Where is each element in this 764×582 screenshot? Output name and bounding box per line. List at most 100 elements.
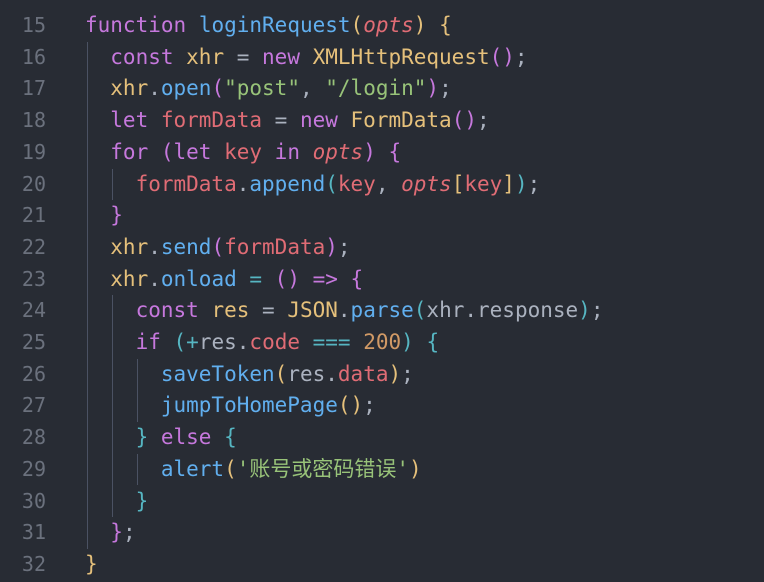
code-token: formData: [85, 171, 237, 196]
code-line[interactable]: 20 formData.append(key, opts[key]);: [0, 169, 764, 201]
code-token: .: [236, 330, 250, 354]
code-line[interactable]: 18 let formData = new FormData();: [0, 105, 764, 137]
line-code: xhr.onload = () => {: [85, 264, 363, 296]
code-line[interactable]: 31 };: [0, 517, 764, 549]
code-token: ;: [439, 76, 452, 101]
code-token: ): [325, 234, 338, 259]
line-code: };: [85, 517, 136, 549]
code-token: .: [148, 266, 161, 291]
code-token: opts: [401, 171, 452, 196]
code-token: (: [413, 298, 427, 323]
code-token: "/login": [325, 76, 427, 101]
code-token: }: [85, 488, 149, 513]
code-editor[interactable]: 15 function loginRequest(opts) {16 const …: [0, 0, 764, 582]
code-token: [: [451, 171, 465, 196]
code-token: (: [350, 13, 364, 37]
code-token: xhr: [85, 266, 149, 291]
line-number: 20: [21, 171, 46, 196]
code-token: ;: [476, 108, 490, 133]
code-line[interactable]: 22 xhr.send(formData);: [0, 232, 764, 264]
code-line[interactable]: 23 xhr.onload = () => {: [0, 264, 764, 296]
code-token: ;: [401, 361, 414, 386]
code-token: send: [160, 234, 212, 259]
code-token: =: [249, 298, 288, 323]
code-token: opts: [363, 13, 414, 37]
line-number: 29: [21, 456, 46, 481]
code-token: xhr: [85, 76, 149, 101]
code-token: alert: [85, 456, 225, 481]
line-code: for (let key in opts) {: [85, 137, 401, 169]
code-line[interactable]: 16 const xhr = new XMLHttpRequest();: [0, 42, 764, 74]
line-number: 25: [21, 330, 46, 354]
line-code: jumpToHomePage();: [85, 390, 376, 422]
code-token: 200: [363, 330, 402, 354]
code-line[interactable]: 27 jumpToHomePage();: [0, 390, 764, 422]
code-token: {: [439, 13, 452, 37]
code-token: formData: [224, 234, 326, 259]
code-line[interactable]: 24 const res = JSON.parse(xhr.response);: [0, 295, 764, 327]
line-number: 30: [21, 488, 46, 513]
code-line[interactable]: 25 if (+res.code === 200) {: [0, 327, 764, 359]
code-token: data: [337, 361, 389, 386]
code-token: open: [160, 76, 212, 101]
code-token: key: [337, 171, 376, 196]
code-line[interactable]: 21 }: [0, 200, 764, 232]
code-line[interactable]: 19 for (let key in opts) {: [0, 137, 764, 169]
code-token: .: [148, 76, 161, 101]
code-line[interactable]: 29 alert('账号或密码错误'): [0, 454, 764, 486]
code-token: (: [274, 361, 288, 386]
line-number: 31: [21, 520, 46, 545]
code-token: response: [477, 298, 579, 323]
code-token: res: [211, 298, 250, 323]
code-token: res: [287, 361, 326, 386]
line-number: 19: [21, 139, 46, 164]
line-number: 24: [21, 298, 46, 323]
line-code: const xhr = new XMLHttpRequest();: [85, 42, 527, 74]
line-code: }: [85, 549, 98, 581]
code-token: ,: [299, 76, 326, 101]
line-number: 28: [21, 425, 46, 450]
line-code: xhr.open("post", "/login");: [85, 73, 452, 105]
line-code: function loginRequest(opts) {: [85, 10, 452, 42]
code-token: saveToken: [85, 361, 275, 386]
code-token: else: [148, 425, 225, 450]
code-token: new: [299, 108, 351, 133]
code-line[interactable]: 30 }: [0, 486, 764, 518]
code-token: .: [464, 298, 478, 323]
code-token: =: [236, 266, 275, 291]
code-line[interactable]: 17 xhr.open("post", "/login");: [0, 73, 764, 105]
code-token: ===: [300, 330, 364, 354]
code-token: ;: [122, 520, 136, 545]
code-line[interactable]: 32}: [0, 549, 764, 581]
line-number: 21: [21, 203, 46, 228]
code-token: new: [262, 44, 313, 69]
code-token: (: [173, 330, 187, 354]
line-code: if (+res.code === 200) {: [85, 327, 440, 359]
code-token: ): [514, 171, 528, 196]
line-code: saveToken(res.data);: [85, 359, 414, 391]
line-number: 26: [21, 361, 46, 386]
code-token: ;: [590, 298, 604, 323]
code-token: ): [388, 361, 402, 386]
code-token: ): [409, 456, 422, 481]
code-token: loginRequest: [198, 13, 351, 37]
code-token: ;: [527, 171, 541, 196]
code-token: }: [85, 520, 123, 545]
code-token: ): [426, 76, 440, 101]
code-token: (: [211, 76, 225, 101]
code-token: (: [211, 234, 225, 259]
code-token: ): [413, 13, 427, 37]
code-line[interactable]: 28 } else {: [0, 422, 764, 454]
code-token: }: [85, 551, 98, 576]
code-token: ,: [375, 171, 402, 196]
code-token: .: [236, 171, 250, 196]
code-token: (): [451, 108, 477, 133]
code-token: code: [249, 330, 300, 354]
code-line[interactable]: 15 function loginRequest(opts) {: [0, 10, 764, 42]
code-token: JSON: [287, 298, 338, 323]
line-code: } else {: [85, 422, 237, 454]
code-line[interactable]: 26 saveToken(res.data);: [0, 359, 764, 391]
